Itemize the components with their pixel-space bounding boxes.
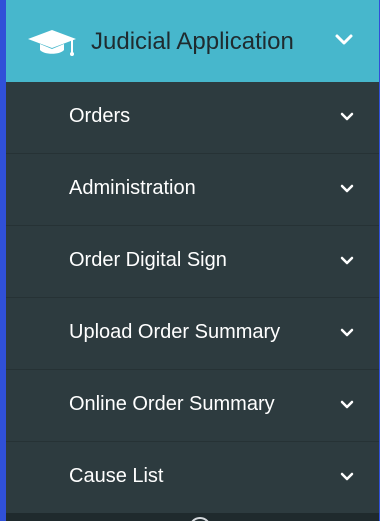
sidebar-panel: Judicial Application Orders Administrati… — [6, 0, 379, 521]
menu-item-label: Order Digital Sign — [69, 249, 227, 271]
menu-item-orders[interactable]: Orders — [6, 82, 379, 154]
menu-item-order-digital-sign[interactable]: Order Digital Sign — [6, 226, 379, 298]
chevron-down-icon[interactable] — [340, 112, 354, 122]
chevron-down-icon[interactable] — [340, 184, 354, 194]
menu-item-label: Orders — [69, 105, 131, 127]
chevron-down-icon[interactable] — [340, 400, 354, 410]
menu-item-label: Administration — [69, 177, 196, 199]
menu-item-cause-list[interactable]: Cause List — [6, 442, 379, 514]
graduation-cap-icon — [28, 30, 76, 56]
chevron-down-icon[interactable] — [334, 33, 354, 47]
header-title: Judicial Application — [91, 28, 294, 55]
menu-item-label: Cause List — [69, 465, 164, 487]
menu-item-label: Online Order Summary — [69, 393, 275, 415]
chevron-down-icon[interactable] — [340, 256, 354, 266]
judicial-application-header[interactable]: Judicial Application — [6, 0, 379, 82]
menu-item-administration[interactable]: Administration — [6, 154, 379, 226]
menu-item-upload-order-summary[interactable]: Upload Order Summary — [6, 298, 379, 370]
partial-circle-icon — [191, 517, 209, 521]
menu-item-online-order-summary[interactable]: Online Order Summary — [6, 370, 379, 442]
chevron-down-icon[interactable] — [340, 472, 354, 482]
chevron-down-icon[interactable] — [340, 328, 354, 338]
submenu-list: Orders Administration Order Digital Sign… — [6, 82, 379, 514]
menu-item-label: Upload Order Summary — [69, 321, 281, 343]
